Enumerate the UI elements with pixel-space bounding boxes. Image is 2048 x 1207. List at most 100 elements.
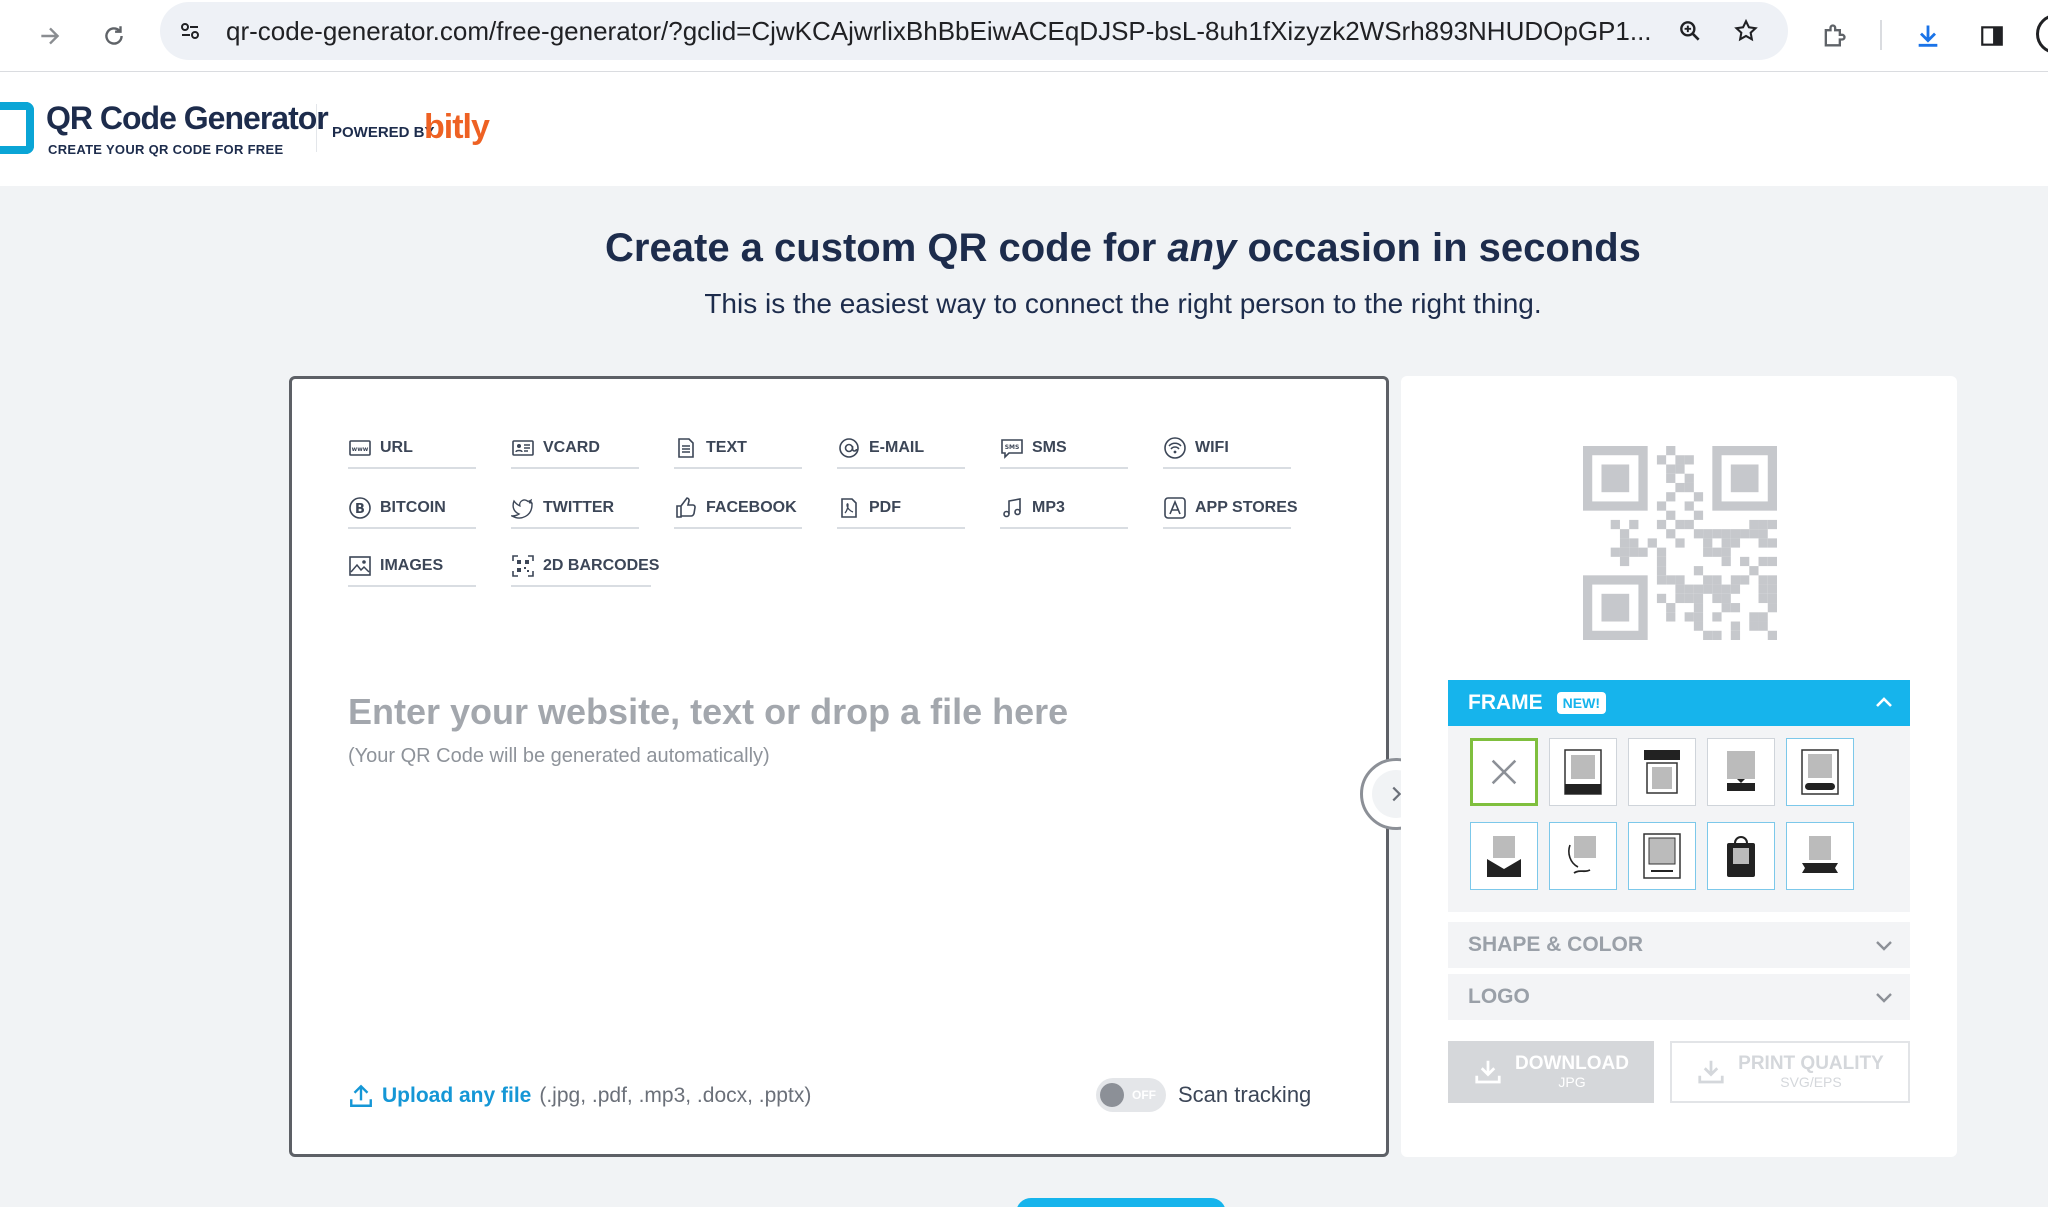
frame-section-header[interactable]: FRAME NEW! [1448,680,1910,726]
frame-option[interactable] [1470,822,1538,890]
download-jpg-button[interactable]: DOWNLOAD JPG [1448,1041,1654,1103]
side-panel-icon [1981,26,2003,46]
tab-email[interactable]: E-MAIL [837,429,965,469]
browser-toolbar: qr-code-generator.com/free-generator/?gc… [0,0,2048,72]
download-icon [1918,25,1938,47]
profile-avatar[interactable] [2036,14,2048,54]
logo-title[interactable]: QR Code Generator [46,100,329,137]
toggle-state: OFF [1132,1088,1156,1102]
vcard-icon [512,440,534,456]
extensions-button[interactable] [1808,10,1860,62]
frame-option[interactable] [1549,822,1617,890]
bookmark-star-icon[interactable] [1728,13,1764,49]
tab-wifi[interactable]: WIFI [1163,429,1291,469]
download-icon [1475,1060,1501,1084]
frame-envelope-icon [1487,836,1521,877]
logo-mark-icon[interactable] [0,102,34,154]
wifi-icon [1164,437,1186,459]
page-subtitle: This is the easiest way to connect the r… [704,288,1542,319]
tab-twitter[interactable]: TWITTER [511,489,639,529]
downloads-button[interactable] [1902,10,1954,62]
print-quality-format: SVG/EPS [1780,1073,1842,1090]
close-icon [1491,759,1517,785]
tab-sms[interactable]: SMS SMS [1000,429,1128,469]
upload-file-link[interactable]: Upload any file [382,1084,531,1108]
reload-button[interactable] [88,10,140,62]
www-icon: www [349,440,371,456]
frame-option-none[interactable] [1470,738,1538,806]
scan-tracking-label: Scan tracking [1178,1082,1312,1107]
site-settings-icon[interactable] [172,13,208,49]
twitter-icon [511,498,533,519]
qr-code-preview-icon [1583,446,1777,640]
upload-icon [350,1084,372,1107]
url-text[interactable]: qr-code-generator.com/free-generator/?gc… [226,2,1666,60]
logo-section[interactable]: LOGO [1448,974,1910,1020]
bitly-logo[interactable]: bitly [424,108,490,147]
download-format: JPG [1558,1073,1586,1090]
content-input[interactable]: Enter your website, text or drop a file … [348,691,1068,733]
print-quality-button[interactable]: PRINT QUALITY SVG/EPS [1670,1041,1910,1103]
address-bar[interactable]: qr-code-generator.com/free-generator/?gc… [160,2,1788,60]
svg-text:B: B [355,502,365,517]
qr-preview [1583,446,1777,640]
upload-row: Upload any file (.jpg, .pdf, .mp3, .docx… [348,1083,811,1109]
bottom-cta-button[interactable] [1016,1198,1226,1207]
frame-box-icon [1643,833,1681,879]
puzzle-icon [1824,24,1846,47]
tab-bitcoin[interactable]: B BITCOIN [348,489,476,529]
app-store-icon [1164,497,1186,519]
tab-vcard[interactable]: VCARD [511,429,639,469]
frame-option[interactable] [1707,822,1775,890]
frame-title: FRAME [1468,691,1543,714]
svg-text:www: www [352,446,369,453]
arrow-right-icon [41,27,60,45]
page-title: Create a custom QR code for any occasion… [605,226,1641,270]
frame-option[interactable] [1628,822,1696,890]
shape-color-section[interactable]: SHAPE & COLOR [1448,922,1910,968]
logo-label: LOGO [1468,985,1530,1008]
frame-ribbon-icon [1802,836,1838,873]
zoom-icon[interactable] [1672,13,1708,49]
input-hint: (Your QR Code will be generated automati… [348,745,770,767]
tab-pdf[interactable]: PDF [837,489,965,529]
frame-option[interactable] [1628,738,1696,806]
tab-mp3[interactable]: MP3 [1000,489,1128,529]
frame-handwritten-icon [1568,836,1596,874]
frame-option[interactable] [1707,738,1775,806]
tab-images[interactable]: IMAGES [348,547,476,587]
scan-tracking-toggle[interactable]: OFF [1096,1078,1166,1112]
new-badge: NEW! [1556,692,1606,714]
toolbar-divider [1880,20,1882,50]
sms-icon: SMS [1001,439,1023,459]
side-panel-button[interactable] [1966,10,2018,62]
barcode-icon [512,555,534,577]
download-icon [1698,1060,1724,1084]
image-icon [349,556,371,576]
tab-2d-barcodes[interactable]: 2D BARCODES [511,547,659,587]
logo-divider [316,104,317,152]
thumbs-up-icon [676,497,696,518]
chevron-down-icon [1876,941,1892,951]
site-header: QR Code Generator CREATE YOUR QR CODE FO… [0,72,2048,186]
forward-button[interactable] [24,10,76,62]
frame-scan-me-pill-icon [1801,749,1839,795]
pdf-icon [841,498,857,518]
upload-file-types: (.jpg, .pdf, .mp3, .docx, .pptx) [539,1084,812,1107]
document-icon [678,438,694,458]
tab-url[interactable]: www URL [348,429,476,469]
tab-facebook[interactable]: FACEBOOK [674,489,802,529]
frame-option[interactable] [1786,738,1854,806]
shape-color-label: SHAPE & COLOR [1468,933,1644,956]
tab-app-stores[interactable]: APP STORES [1163,489,1298,529]
qr-input-card: www URL VCARD TEXT E-MAIL SMS SMS WIFI B… [289,376,1389,1157]
bitcoin-icon: B [349,497,371,519]
powered-by-label: POWERED BY [332,124,435,141]
toggle-knob [1100,1083,1124,1107]
print-quality-label: PRINT QUALITY [1738,1052,1884,1074]
frame-option[interactable] [1786,822,1854,890]
tab-text[interactable]: TEXT [674,429,802,469]
frame-scan-me-tab-icon [1727,751,1755,791]
frame-option[interactable] [1549,738,1617,806]
frame-scan-me-bottom-icon [1564,749,1602,795]
